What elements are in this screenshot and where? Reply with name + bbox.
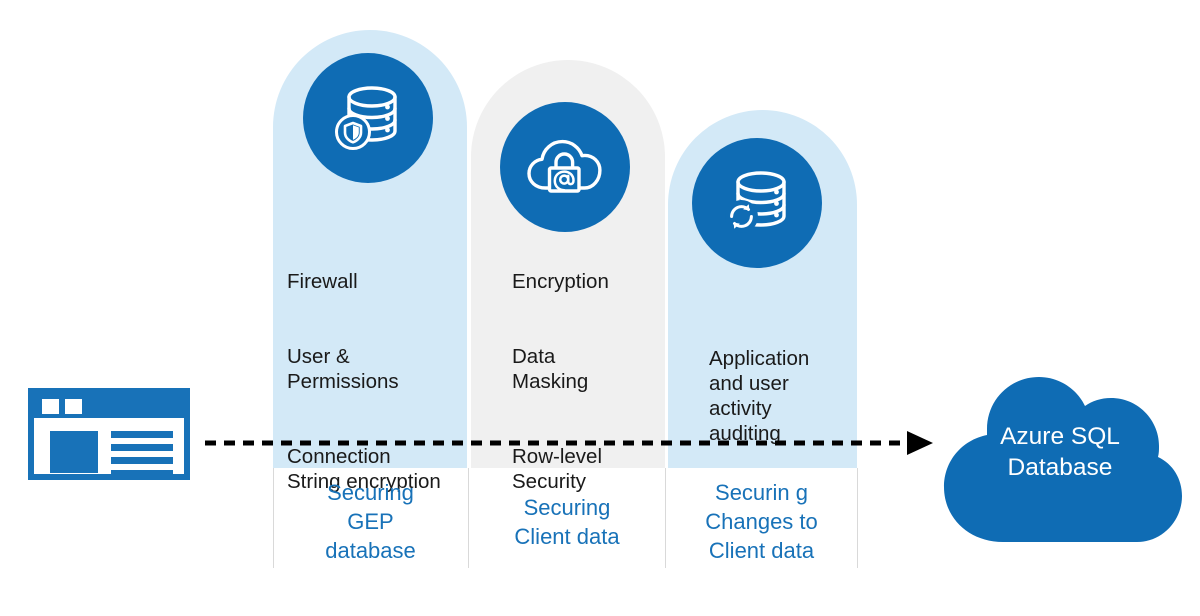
- database-sync-icon: [692, 138, 822, 268]
- azure-sql-database-cloud: [942, 362, 1184, 552]
- diagram-canvas: Firewall User & Permissions Connection S…: [0, 0, 1200, 616]
- database-shield-icon: [303, 53, 433, 183]
- feature-item: Encryption: [512, 270, 609, 293]
- browser-window-icon: [28, 388, 190, 485]
- dashed-arrow-right: [200, 425, 940, 461]
- features-securing-client-data: Encryption Data Masking Row-level Securi…: [512, 244, 662, 519]
- caption-securing-changes-to-client-data: Securin g Changes to Client data: [705, 480, 818, 563]
- caption-securing-gep-database: Securing GEP database: [325, 480, 416, 563]
- feature-item: Firewall: [287, 270, 358, 293]
- feature-item: User & Permissions: [287, 345, 399, 393]
- column-divider: [857, 468, 858, 568]
- cloud-lock-icon: [500, 102, 630, 232]
- feature-item: Data Masking: [512, 345, 589, 393]
- caption-securing-client-data: Securing Client data: [514, 495, 620, 549]
